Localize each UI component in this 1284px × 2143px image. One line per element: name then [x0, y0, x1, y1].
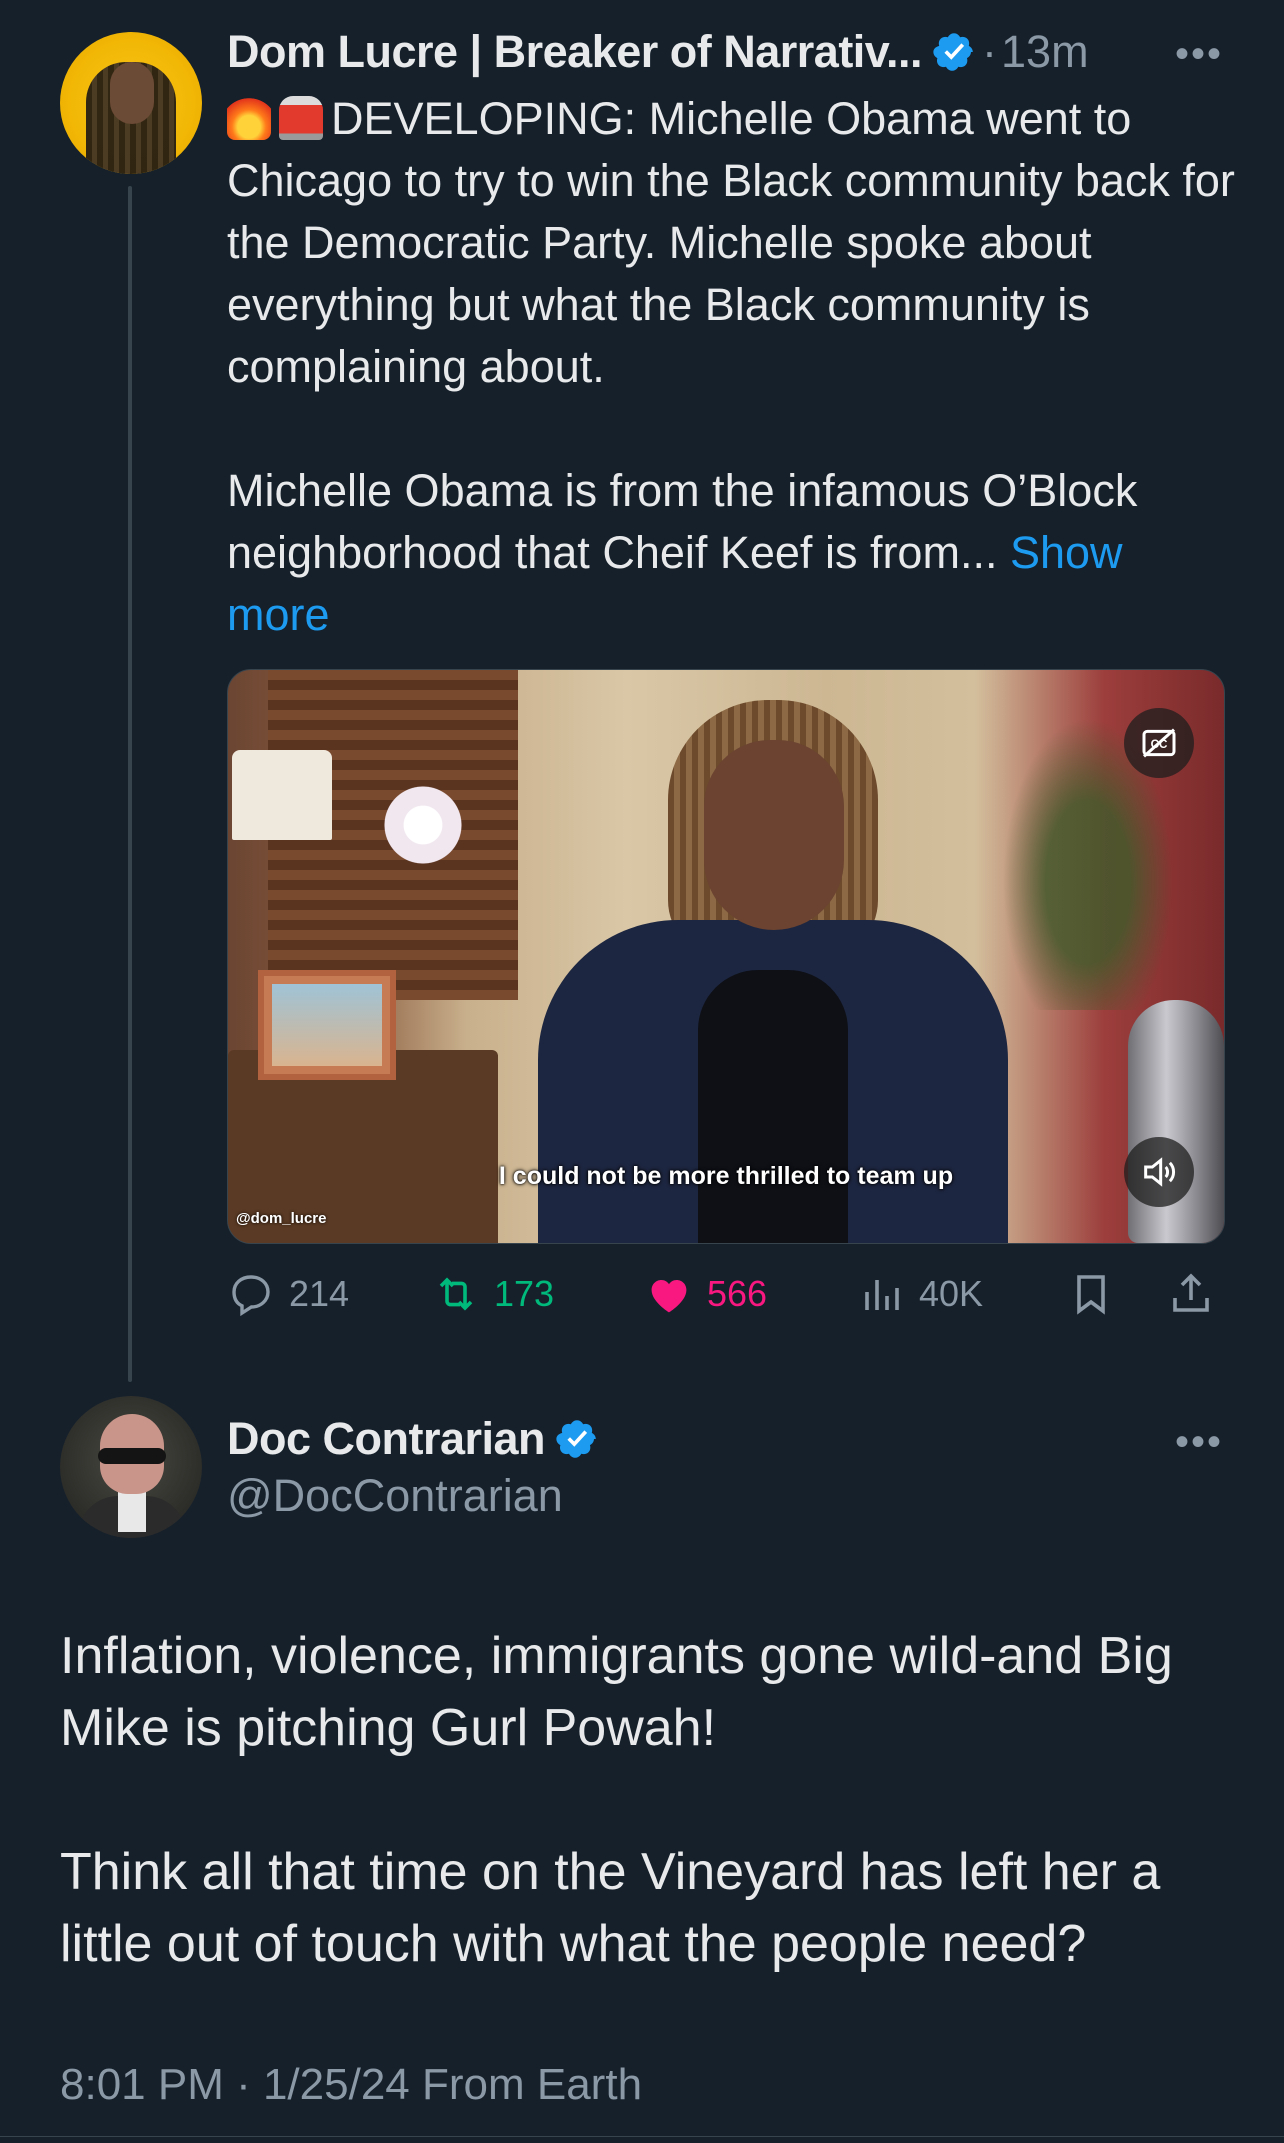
- video-watermark: @dom_lucre: [236, 1210, 327, 1227]
- avatar-dom-lucre[interactable]: [60, 32, 202, 174]
- tweet-time[interactable]: 13m: [1001, 26, 1089, 78]
- bookmark-icon: [1077, 1275, 1105, 1315]
- tweet1-body: DEVELOPING: Michelle Obama went to Chica…: [227, 88, 1237, 646]
- avatar-doc-contrarian[interactable]: [60, 1396, 202, 1538]
- video-person-face: [704, 740, 844, 930]
- bookmark-button[interactable]: [1067, 1262, 1129, 1326]
- divider: [0, 2136, 1284, 2137]
- author-handle[interactable]: @DocContrarian: [227, 1470, 563, 1522]
- tweet-timestamp[interactable]: 8:01 PM · 1/25/24 From Earth: [60, 2060, 642, 2110]
- video-bg-vase: [1128, 1000, 1224, 1243]
- tweet1-header: Dom Lucre | Breaker of Narrativ... · 13m: [227, 24, 1089, 80]
- police-light-emoji-icon: [279, 96, 323, 140]
- views-button[interactable]: 40K: [857, 1262, 983, 1326]
- video-caption: I could not be more thrilled to team up: [498, 1162, 954, 1190]
- tweet2-header: Doc Contrarian: [227, 1410, 599, 1468]
- views-chart-icon: [865, 1280, 899, 1310]
- reply-count: 214: [289, 1273, 350, 1314]
- time-separator: ·: [982, 26, 998, 77]
- video-bg-lamp: [232, 750, 332, 840]
- retweet-icon: [439, 1277, 473, 1311]
- share-button[interactable]: [1167, 1262, 1229, 1326]
- reply-button[interactable]: 214: [227, 1262, 349, 1326]
- more-options-icon[interactable]: •••: [1175, 32, 1223, 77]
- fire-emoji-icon: [227, 96, 271, 140]
- views-count: 40K: [919, 1273, 984, 1314]
- author-name[interactable]: Doc Contrarian: [227, 1413, 546, 1465]
- video-bg-photo-frame: [258, 970, 396, 1080]
- reply-icon: [232, 1275, 270, 1317]
- more-options-icon[interactable]: •••: [1175, 1420, 1223, 1465]
- video-bg-orchid: [378, 780, 468, 870]
- verified-badge-icon: [556, 1420, 596, 1458]
- tweet1-text: DEVELOPING: Michelle Obama went to Chica…: [227, 93, 1235, 578]
- tweet1-video[interactable]: CC I could not be more thrilled to team …: [227, 669, 1225, 1244]
- avatar-face: [110, 62, 154, 124]
- author-name[interactable]: Dom Lucre | Breaker of Narrativ...: [227, 26, 923, 78]
- share-icon: [1173, 1273, 1209, 1312]
- avatar-glasses: [98, 1448, 166, 1464]
- captions-off-icon[interactable]: CC: [1124, 708, 1194, 778]
- thread-connector-line: [128, 186, 132, 1382]
- verified-badge-icon: [933, 33, 973, 71]
- like-button[interactable]: 566: [645, 1262, 767, 1326]
- retweet-count: 173: [494, 1273, 555, 1314]
- video-person-top: [698, 970, 848, 1243]
- heart-icon: [651, 1280, 687, 1313]
- tweet1-action-bar: 214 173 566 40K: [227, 1262, 1227, 1326]
- tweet2-text: Inflation, violence, immigrants gone wil…: [60, 1627, 1173, 1973]
- avatar-collar: [118, 1492, 146, 1532]
- retweet-button[interactable]: 173: [432, 1262, 554, 1326]
- like-count: 566: [707, 1273, 768, 1314]
